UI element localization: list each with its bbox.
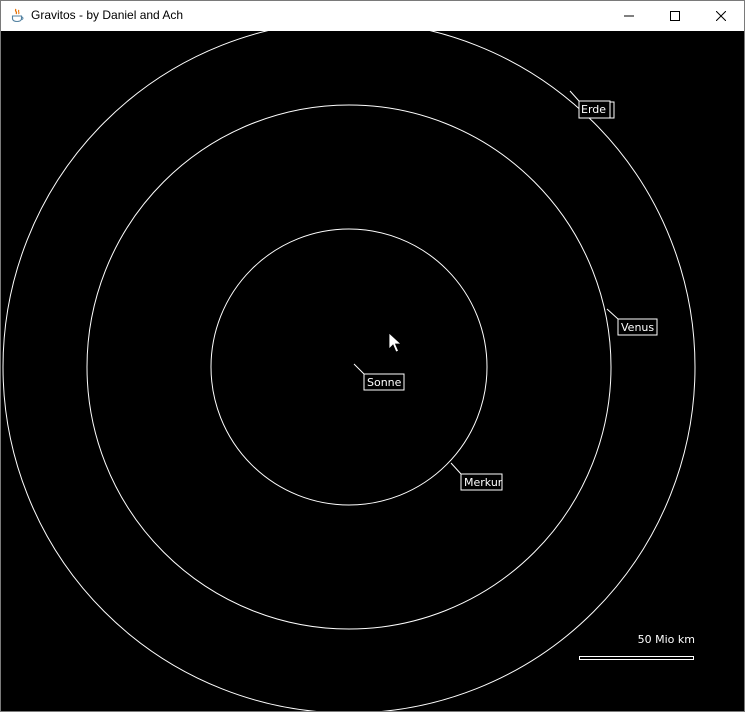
maximize-button[interactable] [652,1,698,31]
mouse-cursor-icon [388,332,403,353]
close-button[interactable] [698,1,744,31]
orbit-venus [86,104,612,630]
sonne-label: Sonne [367,376,402,389]
scale-label: 50 Mio km [637,633,695,646]
erde-leader-line [569,90,580,102]
app-window: Gravitos - by Daniel and Ach Sonne Merku… [0,0,745,712]
scale-bar [579,656,694,660]
orbit-erde [2,31,696,711]
orbit-view: Sonne Merkur Venus Erde [2,31,696,711]
sonne-leader-line [353,363,365,375]
erde-label: Erde [581,103,606,116]
title-bar[interactable]: Gravitos - by Daniel and Ach [1,1,744,31]
close-icon [716,11,726,21]
venus-label: Venus [621,321,654,334]
merkur-leader-line [450,462,462,475]
window-title: Gravitos - by Daniel and Ach [31,8,184,22]
simulation-canvas[interactable]: Sonne Merkur Venus Erde 50 Mio km [1,31,744,711]
merkur-label: Merkur [464,476,503,489]
minimize-button[interactable] [606,1,652,31]
orbit-merkur [210,228,488,506]
maximize-icon [670,11,680,21]
java-cup-icon [10,8,25,23]
venus-leader-line [606,308,619,320]
minimize-icon [624,11,634,21]
